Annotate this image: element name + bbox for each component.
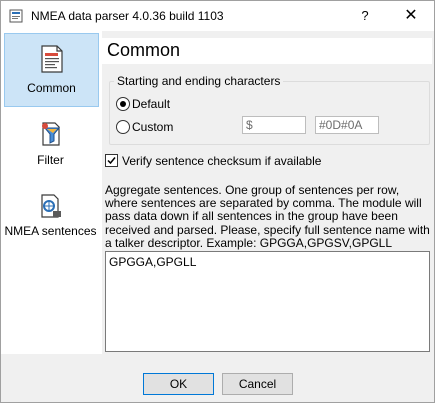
default-radio-label[interactable]: Default xyxy=(132,97,170,111)
title-bar: NMEA data parser 4.0.36 build 1103 ? ✕ xyxy=(1,1,434,31)
end-char-field[interactable] xyxy=(315,116,379,134)
aggregate-sentences-field[interactable]: GPGGA,GPGLL xyxy=(105,251,430,352)
start-char-field[interactable] xyxy=(242,116,306,134)
sentences-icon xyxy=(40,194,61,218)
aggregate-description: Aggregate sentences. One group of senten… xyxy=(105,183,430,250)
verify-checksum-checkbox[interactable] xyxy=(105,154,118,167)
help-button[interactable]: ? xyxy=(342,1,388,31)
custom-radio[interactable] xyxy=(116,120,130,134)
group-legend: Starting and ending characters xyxy=(114,74,284,88)
document-icon xyxy=(40,45,63,73)
cancel-button[interactable]: Cancel xyxy=(222,373,293,395)
sidebar-item-filter[interactable]: Filter xyxy=(4,121,97,171)
sidebar-item-label: NMEA sentences xyxy=(4,224,97,238)
sidebar-item-label: Common xyxy=(27,81,76,95)
help-icon: ? xyxy=(361,8,369,23)
sidebar-item-common[interactable]: Common xyxy=(4,33,99,107)
sidebar: Common Filter NMEA sentences xyxy=(1,31,102,354)
checkmark-icon xyxy=(107,157,116,165)
close-icon: ✕ xyxy=(404,7,418,24)
window-title: NMEA data parser 4.0.36 build 1103 xyxy=(31,9,224,23)
filter-icon xyxy=(41,122,60,146)
app-icon xyxy=(9,9,23,23)
close-button[interactable]: ✕ xyxy=(388,1,434,31)
verify-checksum-label[interactable]: Verify sentence checksum if available xyxy=(122,154,321,168)
dialog-window: NMEA data parser 4.0.36 build 1103 ? ✕ C… xyxy=(0,0,435,403)
ok-button[interactable]: OK xyxy=(143,373,214,395)
sidebar-item-nmea-sentences[interactable]: NMEA sentences xyxy=(4,193,97,255)
page-header: Common xyxy=(102,38,432,64)
default-radio[interactable] xyxy=(116,97,130,111)
start-end-chars-group: Starting and ending characters Default C… xyxy=(109,74,430,145)
custom-radio-label[interactable]: Custom xyxy=(132,120,173,134)
radio-selected-dot xyxy=(120,101,126,107)
sidebar-item-label: Filter xyxy=(37,153,64,167)
page-title: Common xyxy=(107,40,181,60)
